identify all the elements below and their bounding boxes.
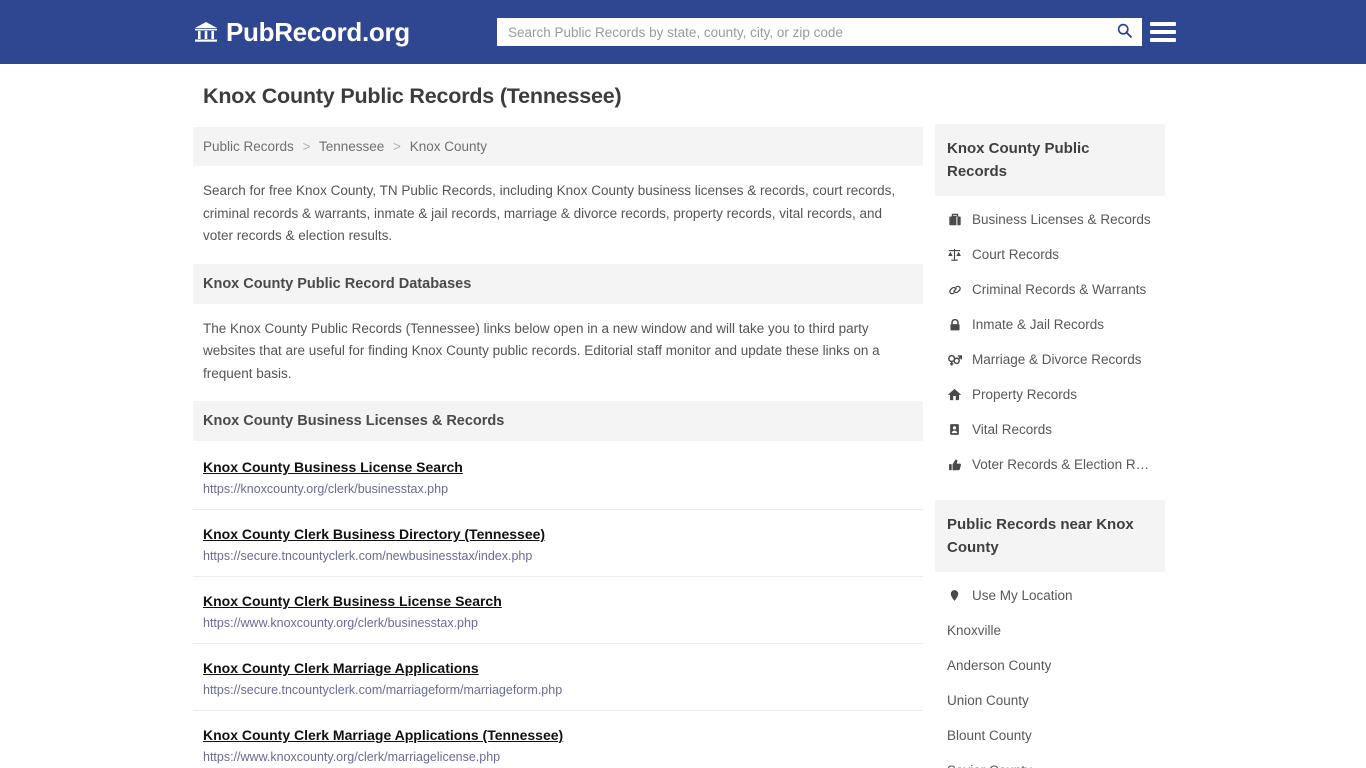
sidebar-item-inmate-jail-records[interactable]: Inmate & Jail Records bbox=[935, 307, 1165, 342]
sidebar-item-label: Criminal Records & Warrants bbox=[972, 282, 1147, 297]
record-link-title[interactable]: Knox County Clerk Marriage Applications bbox=[203, 660, 479, 676]
sidebar-item-label: Use My Location bbox=[972, 588, 1073, 603]
sidebar-item-label: Union County bbox=[947, 693, 1029, 708]
sidebar: Knox County Public Records Business Lice… bbox=[935, 124, 1165, 768]
record-link-title[interactable]: Knox County Clerk Marriage Applications … bbox=[203, 727, 563, 743]
record-link-url[interactable]: https://secure.tncountyclerk.com/marriag… bbox=[203, 683, 913, 697]
sidebar-item-union-county[interactable]: Union County bbox=[935, 683, 1165, 718]
record-link-title[interactable]: Knox County Business License Search bbox=[203, 459, 463, 475]
sidebar-item-label: Knoxville bbox=[947, 623, 1002, 638]
breadcrumb: Public Records > Tennessee > Knox County bbox=[193, 127, 923, 166]
record-link-url[interactable]: https://secure.tncountyclerk.com/newbusi… bbox=[203, 549, 913, 563]
sidebar-item-sevier-county[interactable]: Sevier County bbox=[935, 753, 1165, 768]
venus-mars-icon bbox=[947, 352, 962, 367]
hamburger-bar bbox=[1150, 38, 1176, 42]
sidebar-item-label: Marriage & Divorce Records bbox=[972, 352, 1142, 367]
breadcrumb-separator: > bbox=[393, 139, 401, 154]
search-input[interactable] bbox=[498, 19, 1107, 45]
sidebar-item-label: Sevier County bbox=[947, 763, 1032, 768]
sidebar-item-label: Vital Records bbox=[972, 422, 1053, 437]
list-item: Knox County Clerk Marriage Applications … bbox=[193, 644, 923, 711]
section-heading-databases: Knox County Public Record Databases bbox=[193, 263, 923, 304]
page-title: Knox County Public Records (Tennessee) bbox=[203, 84, 622, 108]
site-logo-text: PubRecord.org bbox=[226, 17, 410, 47]
sidebar-item-court-records[interactable]: Court Records bbox=[935, 237, 1165, 272]
search-icon bbox=[1116, 22, 1133, 42]
sidebar-item-label: Property Records bbox=[972, 387, 1078, 402]
id-badge-icon bbox=[947, 423, 962, 436]
list-item: Knox County Clerk Marriage Applications … bbox=[193, 711, 923, 768]
sidebar-item-label: Anderson County bbox=[947, 658, 1052, 673]
briefcase-icon bbox=[947, 213, 962, 227]
sidebar-item-marriage-divorce-records[interactable]: Marriage & Divorce Records bbox=[935, 342, 1165, 377]
list-item: Knox County Business License Search http… bbox=[193, 441, 923, 510]
sidebar-item-criminal-records[interactable]: Criminal Records & Warrants bbox=[935, 272, 1165, 307]
record-link-url[interactable]: https://www.knoxcounty.org/clerk/marriag… bbox=[203, 750, 913, 764]
breadcrumb-separator: > bbox=[302, 139, 311, 154]
sidebar-item-knoxville[interactable]: Knoxville bbox=[935, 613, 1165, 648]
search-bar bbox=[497, 18, 1142, 46]
search-button[interactable] bbox=[1107, 19, 1141, 45]
sidebar-item-business-licenses[interactable]: Business Licenses & Records bbox=[935, 202, 1165, 237]
sidebar-near-list: Use My Location Knoxville Anderson Count… bbox=[935, 572, 1165, 768]
sidebar-heading-near: Public Records near Knox County bbox=[935, 500, 1165, 572]
intro-paragraph: Search for free Knox County, TN Public R… bbox=[203, 183, 896, 243]
site-header: PubRecord.org bbox=[0, 0, 1366, 64]
hamburger-bar bbox=[1150, 22, 1176, 26]
sidebar-divider bbox=[935, 482, 1165, 500]
hamburger-bar bbox=[1150, 30, 1176, 34]
sidebar-item-blount-county[interactable]: Blount County bbox=[935, 718, 1165, 753]
sidebar-item-label: Blount County bbox=[947, 728, 1032, 743]
site-logo[interactable]: PubRecord.org bbox=[193, 19, 410, 45]
list-item: Knox County Clerk Business License Searc… bbox=[193, 577, 923, 644]
scales-of-justice-icon bbox=[947, 247, 962, 262]
sidebar-records-list: Business Licenses & Records Court Record… bbox=[935, 196, 1165, 482]
sidebar-item-use-my-location[interactable]: Use My Location bbox=[935, 578, 1165, 613]
map-pin-icon bbox=[947, 589, 962, 602]
sidebar-heading-records: Knox County Public Records bbox=[935, 124, 1165, 196]
databases-paragraph: The Knox County Public Records (Tennesse… bbox=[203, 320, 880, 381]
sidebar-item-property-records[interactable]: Property Records bbox=[935, 377, 1165, 412]
main-content: Knox County Public Records (Tennessee) P… bbox=[193, 84, 923, 768]
sidebar-item-anderson-county[interactable]: Anderson County bbox=[935, 648, 1165, 683]
breadcrumb-item-knox-county[interactable]: Knox County bbox=[410, 139, 487, 154]
sidebar-item-vital-records[interactable]: Vital Records bbox=[935, 412, 1165, 447]
record-link-url[interactable]: https://knoxcounty.org/clerk/businesstax… bbox=[203, 482, 913, 496]
thumbs-up-icon bbox=[947, 458, 962, 472]
hamburger-menu-icon[interactable] bbox=[1150, 19, 1176, 45]
sidebar-item-label: Business Licenses & Records bbox=[972, 212, 1151, 227]
sidebar-item-label: Voter Records & Election R… bbox=[972, 457, 1150, 472]
home-icon bbox=[947, 387, 962, 402]
list-item: Knox County Clerk Business Directory (Te… bbox=[193, 510, 923, 577]
records-link-list: Knox County Business License Search http… bbox=[193, 441, 923, 768]
lock-icon bbox=[947, 318, 962, 332]
bank-building-icon bbox=[193, 19, 219, 45]
sidebar-item-label: Inmate & Jail Records bbox=[972, 317, 1105, 332]
record-link-url[interactable]: https://www.knoxcounty.org/clerk/busines… bbox=[203, 616, 913, 630]
record-link-title[interactable]: Knox County Clerk Business Directory (Te… bbox=[203, 526, 545, 542]
breadcrumb-item-tennessee[interactable]: Tennessee bbox=[319, 139, 384, 154]
chain-link-icon bbox=[947, 283, 962, 297]
breadcrumb-item-public-records[interactable]: Public Records bbox=[203, 139, 294, 154]
record-link-title[interactable]: Knox County Clerk Business License Searc… bbox=[203, 593, 502, 609]
section-heading-business-licenses: Knox County Business Licenses & Records bbox=[193, 401, 923, 441]
sidebar-item-voter-records[interactable]: Voter Records & Election R… bbox=[935, 447, 1165, 482]
sidebar-item-label: Court Records bbox=[972, 247, 1060, 262]
